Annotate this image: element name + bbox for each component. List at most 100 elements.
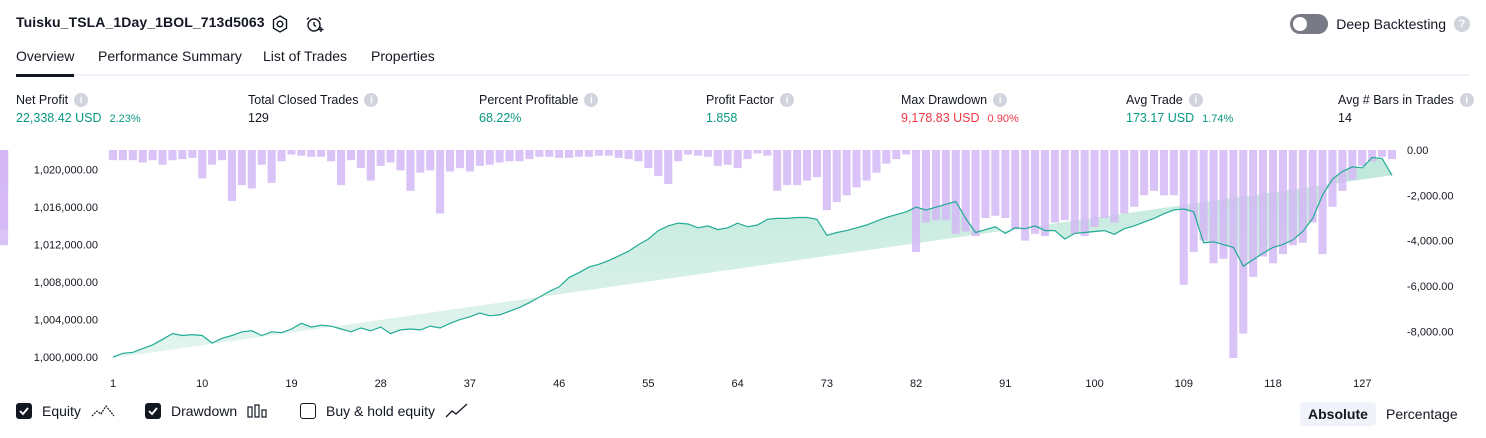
legend-drawdown[interactable]: Drawdown [145,403,269,419]
drawdown-bar [1199,150,1208,241]
metric-percent: 2.23% [109,113,141,125]
drawdown-bar [545,150,554,157]
tab-properties[interactable]: Properties [371,48,435,74]
drawdown-bar [812,150,821,178]
left-axis-tick: 1,012,000.00 [34,240,98,252]
metric-value: 14 [1338,111,1352,125]
tab-list-of-trades[interactable]: List of Trades [263,48,347,74]
absolute-button[interactable]: Absolute [1300,402,1376,426]
metric-net-profit: Net Profit i 22,338.42 USD 2.23% [16,93,141,125]
x-axis-tick: 100 [1085,378,1103,390]
drawdown-bar [525,150,534,160]
drawdown-bar [594,150,603,156]
drawdown-bar [495,150,504,163]
metric-value: 22,338.42 USD [16,111,102,125]
drawdown-bar [1060,150,1069,221]
drawdown-bar [376,150,385,166]
drawdown-bar [0,150,9,246]
drawdown-bar [693,150,702,156]
drawdown-bar [664,150,673,184]
drawdown-bar [1100,150,1109,218]
drawdown-bar [277,150,286,162]
drawdown-bar [148,150,157,161]
drawdown-bar [902,150,911,155]
metric-value: 173.17 USD [1126,111,1195,125]
metric-value: 129 [248,111,269,125]
metric-label: Net Profit [16,93,69,107]
drawdown-bar [1150,150,1159,191]
drawdown-bar [1080,150,1089,237]
drawdown-bar [981,150,990,218]
info-icon[interactable]: i [74,93,89,107]
tab-performance-summary[interactable]: Performance Summary [98,48,242,74]
info-icon[interactable]: i [780,93,795,107]
drawdown-bar [515,150,524,162]
drawdown-bar [1021,150,1030,241]
equity-drawdown-chart[interactable]: 1,020,000.00 1,016,000.00 1,012,000.00 1,00… [0,140,1486,395]
right-axis-tick: -2,000.00 [1407,190,1453,202]
drawdown-checkbox[interactable] [145,403,161,419]
drawdown-bar [1050,150,1059,223]
metric-value: 1.858 [706,111,738,125]
drawdown-bar [713,150,722,166]
drawdown-bar [565,150,574,158]
drawdown-bar [1179,150,1188,285]
right-axis-tick: 0.00 [1407,145,1428,157]
drawdown-bar [198,150,207,179]
right-axis-tick: -6,000.00 [1407,281,1453,293]
drawdown-bar [118,150,127,161]
drawdown-bar [1259,150,1268,257]
drawdown-bar [773,150,782,191]
metric-label: Profit Factor [706,93,775,107]
percentage-button[interactable]: Percentage [1378,402,1466,426]
x-axis-tick: 64 [731,378,743,390]
drawdown-bar [108,150,117,161]
drawdown-bar [574,150,583,157]
info-icon[interactable]: i [1459,93,1474,107]
equity-checkbox[interactable] [16,403,32,419]
drawdown-bar [912,150,921,252]
info-icon[interactable]: i [993,93,1008,107]
drawdown-bar [327,150,336,162]
drawdown-bar [247,150,256,189]
info-icon[interactable]: i [364,93,379,107]
drawdown-bar [1229,150,1238,358]
help-icon[interactable]: ? [1454,16,1470,32]
info-icon[interactable]: i [584,93,599,107]
metric-avg-trade: Avg Trade i 173.17 USD 1.74% [1126,93,1233,125]
metric-percent-profitable: Percent Profitable i 68.22% [479,93,599,125]
drawdown-bar [128,150,137,161]
drawdown-bar [971,150,980,237]
x-axis-tick: 91 [999,378,1011,390]
drawdown-label: Drawdown [171,403,238,419]
gear-icon[interactable] [270,14,290,34]
drawdown-bar [456,150,465,169]
drawdown-bar [287,150,296,155]
legend-equity[interactable]: Equity [16,403,115,419]
drawdown-bar [317,150,326,157]
tab-overview[interactable]: Overview [16,48,75,77]
drawdown-bar [208,150,217,165]
drawdown-bar [158,150,167,165]
drawdown-bar [218,150,227,161]
info-icon[interactable]: i [1188,93,1203,107]
x-axis-tick: 73 [821,378,833,390]
alarm-clock-plus-icon[interactable] [305,14,325,34]
drawdown-bar [654,150,663,177]
metric-value: 68.22% [479,111,522,125]
drawdown-bar [872,150,881,173]
deep-backtesting-control: Deep Backtesting ? [1290,14,1470,34]
drawdown-bar [406,150,415,191]
drawdown-bar [1358,150,1367,166]
deep-backtesting-toggle[interactable] [1290,14,1329,34]
drawdown-bar [604,150,613,156]
metric-percent: 1.74% [1202,113,1234,125]
drawdown-bar [138,150,147,163]
drawdown-bar [931,150,940,221]
legend-buy-hold-equity[interactable]: Buy & hold equity [300,403,469,419]
drawdown-bar [1001,150,1010,218]
x-axis-tick: 118 [1264,378,1282,390]
buy-hold-checkbox[interactable] [300,403,316,419]
drawdown-bar [674,150,683,162]
trend-line-icon [445,403,468,418]
